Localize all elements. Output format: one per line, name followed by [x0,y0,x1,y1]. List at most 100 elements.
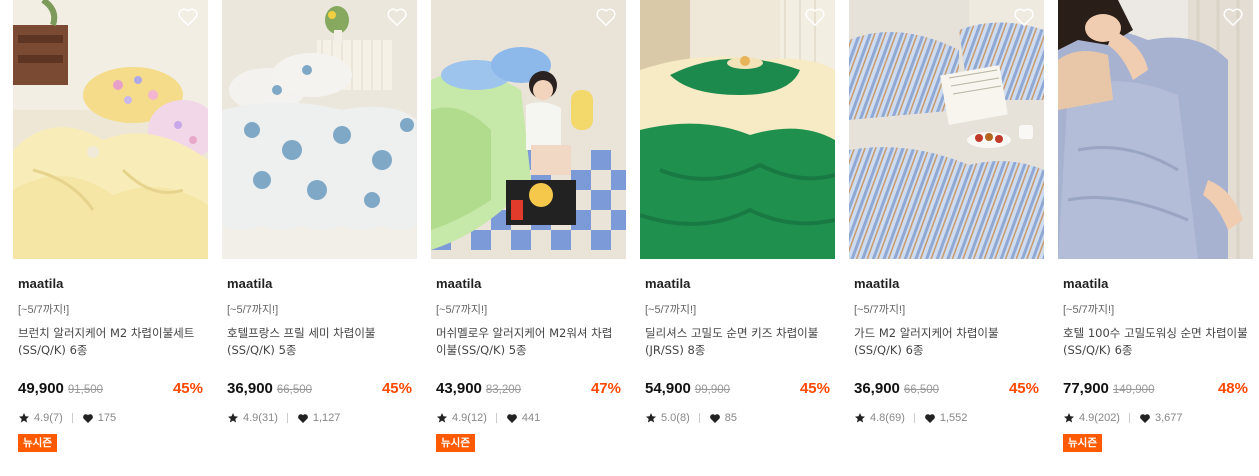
heart-filled-icon [297,413,308,423]
new-season-badge: 뉴시즌 [436,434,475,452]
discount-rate: 47% [590,380,621,397]
product-promo: [~5/7까지!] [18,304,70,316]
product-stats: 4.9(12) 441 [436,412,626,424]
product-title[interactable]: 호텔프랑스 프릴 세미 차렵이불(SS/Q/K) 5종 [227,325,413,359]
product-brand[interactable]: maatila [436,276,626,291]
product-title[interactable]: 브런치 알러지케어 M2 차렵이불세트(SS/Q/K) 6종 [18,325,204,359]
discount-rate: 45% [1008,380,1039,397]
price-row: 77,900 149,900 48% [1063,380,1253,400]
likes-count: 1,127 [312,412,341,424]
product-photo [13,0,208,259]
price-row: 36,900 66,500 45% [854,380,1044,400]
product-card[interactable]: maatila [~5/7까지!] 호텔프랑스 프릴 세미 차렵이불(SS/Q/… [222,0,417,452]
wishlist-heart-icon[interactable] [177,7,199,27]
product-stats: 4.9(7) 175 [18,412,208,424]
stat-divider [286,413,288,423]
product-photo [849,0,1044,259]
price-row: 49,900 91,500 45% [18,380,208,400]
product-stats: 5.0(8) 85 [645,412,835,424]
product-card[interactable]: maatila [~5/7까지!] 머쉬멜로우 알러지케어 M2워셔 차렵이불(… [431,0,626,452]
likes-count: 441 [521,412,541,424]
star-icon [19,413,29,423]
product-photo [222,0,417,259]
sale-price: 36,900 [227,380,273,397]
wishlist-heart-icon[interactable] [386,7,408,27]
wishlist-heart-icon[interactable] [1013,7,1035,27]
discount-rate: 45% [799,380,830,397]
new-season-badge: 뉴시즌 [1063,434,1102,452]
rating-text: 5.0(8) [661,412,690,424]
original-price: 83,200 [485,384,522,396]
product-stats: 4.8(69) 1,552 [854,412,1044,424]
star-icon [855,413,865,423]
likes-count: 1,552 [939,412,968,424]
likes-count: 85 [724,412,737,424]
sale-price: 43,900 [436,380,482,397]
product-card[interactable]: maatila [~5/7까지!] 브런치 알러지케어 M2 차렵이불세트(SS… [13,0,208,452]
product-brand[interactable]: maatila [18,276,208,291]
product-card[interactable]: maatila [~5/7까지!] 호텔 100수 고밀도워싱 순면 차렵이불(… [1058,0,1253,452]
star-icon [228,413,238,423]
original-price: 66,500 [903,384,940,396]
product-image[interactable] [849,0,1044,259]
product-stats: 4.9(202) 3,677 [1063,412,1253,424]
product-promo: [~5/7까지!] [227,304,279,316]
original-price: 149,900 [1112,384,1155,396]
product-photo [431,0,626,259]
heart-filled-icon [1140,413,1150,423]
price-row: 54,900 99,900 45% [645,380,835,400]
product-image[interactable] [1058,0,1253,259]
product-promo: [~5/7까지!] [1063,304,1115,316]
product-image[interactable] [13,0,208,259]
heart-filled-icon [506,413,517,423]
product-title[interactable]: 머쉬멜로우 알러지케어 M2워셔 차렵이불(SS/Q/K) 5종 [436,325,622,359]
sale-price: 49,900 [18,380,64,397]
product-image[interactable] [222,0,417,259]
rating-text: 4.9(31) [243,412,278,424]
likes-count: 3,677 [1154,412,1183,424]
heart-filled-icon [82,413,93,423]
star-icon [646,413,656,423]
product-brand[interactable]: maatila [854,276,1044,291]
product-card[interactable]: maatila [~5/7까지!] 딜리셔스 고밀도 순면 키즈 차렵이불(JR… [640,0,835,452]
product-promo: [~5/7까지!] [854,304,906,316]
rating-text: 4.9(12) [452,412,487,424]
product-title[interactable]: 가드 M2 알러지케어 차렵이불(SS/Q/K) 6종 [854,325,1040,359]
heart-filled-icon [709,413,720,423]
product-brand[interactable]: maatila [1063,276,1253,291]
product-brand[interactable]: maatila [227,276,417,291]
sale-price: 54,900 [645,380,691,397]
product-promo: [~5/7까지!] [436,304,488,316]
price-row: 43,900 83,200 47% [436,380,626,400]
discount-rate: 45% [381,380,412,397]
stat-divider [698,413,700,423]
stat-divider [495,413,497,423]
product-image[interactable] [640,0,835,259]
stat-divider [913,413,915,423]
wishlist-heart-icon[interactable] [595,7,617,27]
product-grid: maatila [~5/7까지!] 브런치 알러지케어 M2 차렵이불세트(SS… [13,0,1253,452]
wishlist-heart-icon[interactable] [1222,7,1244,27]
rating-text: 4.8(69) [870,412,905,424]
discount-rate: 48% [1217,380,1248,397]
product-card[interactable]: maatila [~5/7까지!] 가드 M2 알러지케어 차렵이불(SS/Q/… [849,0,1044,452]
product-brand[interactable]: maatila [645,276,835,291]
sale-price: 36,900 [854,380,900,397]
star-icon [437,413,447,423]
likes-count: 175 [97,412,117,424]
product-title[interactable]: 호텔 100수 고밀도워싱 순면 차렵이불(SS/Q/K) 6종 [1063,325,1249,359]
rating-text: 4.9(7) [34,412,63,424]
product-image[interactable] [431,0,626,259]
rating-text: 4.9(202) [1079,412,1120,424]
product-title[interactable]: 딜리셔스 고밀도 순면 키즈 차렵이불(JR/SS) 8종 [645,325,831,359]
original-price: 91,500 [67,384,104,396]
stat-divider [71,413,73,423]
discount-rate: 45% [172,380,203,397]
star-icon [1064,413,1074,423]
price-row: 36,900 66,500 45% [227,380,417,400]
product-promo: [~5/7까지!] [645,304,697,316]
heart-filled-icon [924,413,935,423]
stat-divider [1128,413,1130,423]
product-stats: 4.9(31) 1,127 [227,412,417,424]
wishlist-heart-icon[interactable] [804,7,826,27]
